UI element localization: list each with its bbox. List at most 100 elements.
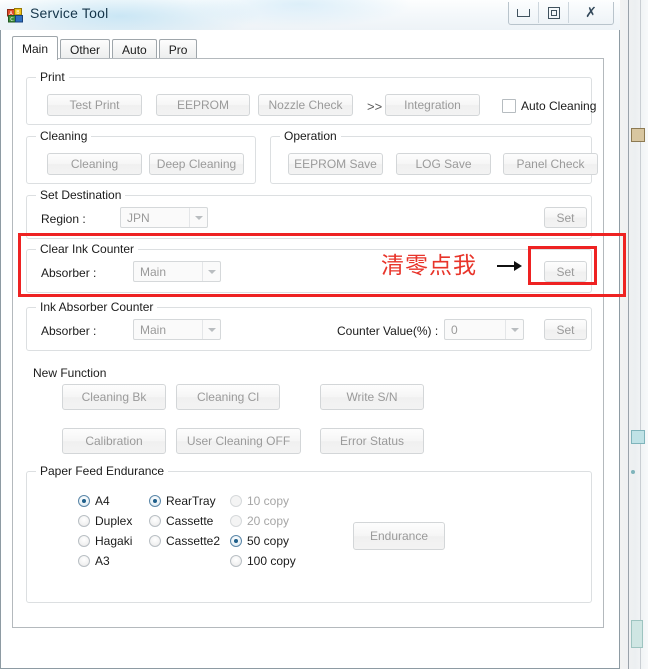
radio-dot-icon bbox=[230, 495, 242, 507]
radio-duplex-label: Duplex bbox=[95, 514, 133, 528]
window-controls: ✗ bbox=[508, 2, 614, 25]
radio-50-copy-label: 50 copy bbox=[247, 534, 290, 548]
eeprom-save-label: EEPROM Save bbox=[294, 157, 377, 171]
radio-20-copy-label: 20 copy bbox=[247, 514, 290, 528]
radio-reartray[interactable]: RearTray bbox=[149, 495, 216, 507]
panel-check-label: Panel Check bbox=[516, 157, 585, 171]
integration-button[interactable]: Integration bbox=[385, 94, 480, 116]
window-client-area: Main Other Auto Pro Print Test Print EEP bbox=[0, 30, 620, 669]
endurance-label: Endurance bbox=[369, 529, 429, 543]
set-destination-set-button[interactable]: Set bbox=[544, 207, 587, 228]
group-clear-ink-counter-legend: Clear Ink Counter bbox=[36, 242, 139, 256]
group-cleaning-legend: Cleaning bbox=[36, 129, 92, 143]
clear-ink-absorber-combobox[interactable]: Main bbox=[133, 261, 221, 282]
group-ink-absorber-counter-legend: Ink Absorber Counter bbox=[36, 300, 158, 314]
chevron-down-icon[interactable] bbox=[505, 320, 523, 339]
window-title-bar[interactable]: A B C Service Tool ✗ bbox=[0, 0, 620, 31]
tab-main[interactable]: Main bbox=[12, 36, 59, 60]
cleaning-bk-button[interactable]: Cleaning Bk bbox=[62, 384, 166, 410]
auto-cleaning-checkbox[interactable]: Auto Cleaning bbox=[502, 99, 596, 113]
counter-value-combobox[interactable]: 0 bbox=[444, 319, 524, 340]
eeprom-save-button[interactable]: EEPROM Save bbox=[288, 153, 383, 175]
nozzle-check-label: Nozzle Check bbox=[268, 98, 343, 112]
ink-absorber-combobox[interactable]: Main bbox=[133, 319, 221, 340]
radio-a3[interactable]: A3 bbox=[78, 555, 110, 567]
calibration-button[interactable]: Calibration bbox=[62, 428, 166, 454]
user-cleaning-off-button[interactable]: User Cleaning OFF bbox=[176, 428, 301, 454]
tab-pro[interactable]: Pro bbox=[158, 39, 198, 59]
desktop-edge-line bbox=[628, 0, 629, 669]
radio-dot-icon bbox=[230, 515, 242, 527]
ink-absorber-counter-set-button[interactable]: Set bbox=[544, 319, 587, 340]
chevron-right-icon: >> bbox=[367, 99, 383, 114]
radio-a4[interactable]: A4 bbox=[78, 495, 110, 507]
minimize-button[interactable] bbox=[509, 2, 539, 23]
window-title: Service Tool bbox=[30, 5, 109, 21]
cleaning-cl-button[interactable]: Cleaning Cl bbox=[176, 384, 280, 410]
panel-check-button[interactable]: Panel Check bbox=[503, 153, 598, 175]
nozzle-check-button[interactable]: Nozzle Check bbox=[258, 94, 353, 116]
chevron-down-icon[interactable] bbox=[202, 262, 220, 281]
region-value: JPN bbox=[127, 210, 150, 225]
radio-reartray-label: RearTray bbox=[166, 494, 216, 508]
radio-100-copy-label: 100 copy bbox=[247, 554, 296, 568]
radio-dot-icon bbox=[78, 495, 90, 507]
counter-value: 0 bbox=[451, 322, 458, 337]
tab-main-label: Main bbox=[22, 41, 49, 56]
counter-value-label: Counter Value(%) : bbox=[337, 324, 439, 338]
group-ink-absorber-counter: Ink Absorber Counter Absorber : Main Cou… bbox=[26, 300, 592, 351]
log-save-button[interactable]: LOG Save bbox=[396, 153, 491, 175]
group-new-function-legend: New Function bbox=[33, 366, 107, 380]
radio-10-copy[interactable]: 10 copy bbox=[230, 495, 289, 507]
error-status-button[interactable]: Error Status bbox=[320, 428, 424, 454]
tab-other[interactable]: Other bbox=[60, 39, 111, 59]
clear-ink-counter-set-button[interactable]: Set bbox=[544, 261, 587, 282]
group-paper-feed-endurance-legend: Paper Feed Endurance bbox=[36, 464, 169, 478]
desktop-icon[interactable] bbox=[631, 430, 645, 444]
endurance-button[interactable]: Endurance bbox=[353, 522, 445, 550]
radio-cassette2[interactable]: Cassette2 bbox=[149, 535, 220, 547]
svg-text:C: C bbox=[10, 17, 14, 23]
group-paper-feed-endurance: Paper Feed Endurance A4 Duplex Hagaki A3 bbox=[26, 464, 592, 603]
desktop-icon[interactable] bbox=[631, 128, 645, 142]
calibration-label: Calibration bbox=[85, 434, 143, 448]
maximize-button[interactable] bbox=[539, 2, 569, 23]
group-set-destination-legend: Set Destination bbox=[36, 188, 126, 202]
chevron-down-icon[interactable] bbox=[202, 320, 220, 339]
radio-50-copy[interactable]: 50 copy bbox=[230, 535, 289, 547]
radio-cassette[interactable]: Cassette bbox=[149, 515, 213, 527]
close-button[interactable]: ✗ bbox=[569, 2, 613, 23]
test-print-label: Test Print bbox=[69, 98, 120, 112]
deep-cleaning-button[interactable]: Deep Cleaning bbox=[149, 153, 244, 175]
tab-auto-label: Auto bbox=[122, 42, 147, 57]
radio-dot-icon bbox=[149, 495, 161, 507]
tab-auto[interactable]: Auto bbox=[112, 39, 157, 59]
checkbox-box-icon bbox=[502, 99, 516, 113]
radio-hagaki[interactable]: Hagaki bbox=[78, 535, 132, 547]
log-save-label: LOG Save bbox=[415, 157, 472, 171]
test-print-button[interactable]: Test Print bbox=[47, 94, 142, 116]
write-sn-button[interactable]: Write S/N bbox=[320, 384, 424, 410]
clear-ink-counter-set-label: Set bbox=[556, 264, 575, 279]
deep-cleaning-label: Deep Cleaning bbox=[156, 157, 237, 171]
tab-page-main: Print Test Print EEPROM Nozzle Check >> … bbox=[12, 58, 604, 628]
radio-20-copy[interactable]: 20 copy bbox=[230, 515, 289, 527]
desktop-icon[interactable] bbox=[631, 620, 643, 648]
clear-ink-absorber-label: Absorber : bbox=[41, 266, 97, 280]
abc-blocks-icon: A B C bbox=[7, 8, 23, 23]
group-operation-legend: Operation bbox=[280, 129, 341, 143]
chevron-down-icon[interactable] bbox=[189, 208, 207, 227]
radio-a3-label: A3 bbox=[95, 554, 110, 568]
tab-other-label: Other bbox=[70, 42, 101, 57]
desktop-icon[interactable] bbox=[631, 470, 635, 474]
eeprom-button[interactable]: EEPROM bbox=[156, 94, 250, 116]
region-combobox[interactable]: JPN bbox=[120, 207, 208, 228]
set-destination-set-label: Set bbox=[556, 210, 575, 225]
radio-100-copy[interactable]: 100 copy bbox=[230, 555, 296, 567]
eeprom-label: EEPROM bbox=[176, 98, 229, 112]
radio-duplex[interactable]: Duplex bbox=[78, 515, 132, 527]
cleaning-button[interactable]: Cleaning bbox=[47, 153, 142, 175]
maximize-icon bbox=[547, 6, 560, 19]
write-sn-label: Write S/N bbox=[346, 390, 398, 404]
radio-dot-icon bbox=[230, 555, 242, 567]
